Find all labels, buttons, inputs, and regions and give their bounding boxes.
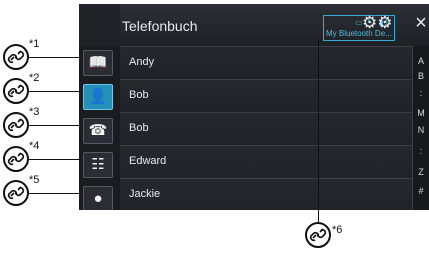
gear-icon: ⚙⚙: [362, 13, 393, 32]
leader-line: [29, 125, 79, 126]
callout-label: *5: [29, 174, 40, 186]
contact-row[interactable]: Jackie: [120, 178, 412, 210]
link-icon: [305, 222, 331, 248]
voice-icon: ●: [93, 190, 103, 207]
leader-line: [29, 57, 79, 58]
leader-line: [29, 159, 79, 160]
contact-icon: 👤: [88, 88, 108, 105]
contacts-button[interactable]: 👤: [83, 84, 113, 110]
link-icon: [3, 180, 29, 206]
link-icon: [3, 146, 29, 172]
phonebook-screen: Telefonbuch ▭ ᵀᵢˡ ▮1 My Bluetooth De... …: [79, 4, 429, 210]
index-letter[interactable]: N: [413, 125, 429, 135]
contact-name: Jackie: [129, 188, 161, 200]
callout-label: *4: [29, 140, 40, 152]
close-icon: ×: [415, 12, 427, 34]
alphabet-index-bar[interactable]: A B : M N : Z #: [412, 46, 429, 210]
callout-label: *3: [29, 106, 40, 118]
settings-button[interactable]: ⚙⚙: [362, 11, 392, 35]
callout-label: *2: [29, 72, 40, 84]
source-button-column: 📖 👤 ☎ ☷ ●: [79, 46, 120, 210]
contact-name: Edward: [129, 155, 167, 167]
leader-line: [318, 40, 319, 222]
leader-line: [29, 91, 79, 92]
link-icon: [3, 112, 29, 138]
contact-row[interactable]: Bob: [120, 79, 412, 111]
contact-name: Andy: [129, 56, 155, 68]
index-separator: :: [419, 146, 423, 156]
callout-label: *1: [29, 38, 40, 50]
book-icon: 📖: [88, 54, 108, 71]
contact-row[interactable]: Bob: [120, 112, 412, 144]
contact-list: Andy Bob Bob Edward Jackie: [120, 46, 412, 210]
header-bar: Telefonbuch ▭ ᵀᵢˡ ▮1 My Bluetooth De... …: [120, 4, 429, 46]
keypad-button[interactable]: ☷: [83, 152, 113, 178]
link-icon: [3, 44, 29, 70]
index-letter[interactable]: A: [413, 56, 429, 66]
contact-row[interactable]: Edward: [120, 145, 412, 177]
phonebook-button[interactable]: 📖: [83, 50, 113, 76]
leader-line: [29, 193, 79, 194]
contact-row[interactable]: Andy: [120, 46, 412, 78]
keypad-icon: ☷: [91, 156, 105, 173]
index-letter[interactable]: M: [413, 108, 429, 118]
page-title: Telefonbuch: [122, 18, 198, 34]
voice-recognition-button[interactable]: ●: [83, 186, 113, 210]
index-letter[interactable]: B: [413, 71, 429, 81]
close-button[interactable]: ×: [409, 11, 429, 35]
call-history-button[interactable]: ☎: [83, 118, 113, 144]
contact-name: Bob: [129, 89, 149, 101]
callout-label: *6: [332, 224, 343, 236]
index-letter[interactable]: #: [413, 186, 429, 196]
link-icon: [3, 78, 29, 104]
call-history-icon: ☎: [88, 122, 108, 139]
index-separator: :: [419, 88, 423, 98]
index-letter[interactable]: Z: [413, 167, 429, 177]
contact-name: Bob: [129, 122, 149, 134]
